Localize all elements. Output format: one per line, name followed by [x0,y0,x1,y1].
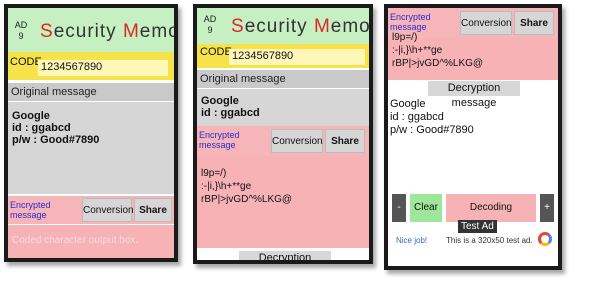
title-s: S [40,21,54,42]
share-button[interactable]: Share [514,11,554,35]
code-label: CODE [200,46,232,58]
enc-line-2: :-|i,}\h+**ge [201,181,252,192]
code-input[interactable]: 1234567890 [38,60,168,76]
plus-button[interactable]: + [540,194,554,222]
decryption-message-header: Decryption message [239,251,331,260]
dec-line-3: p/w : Good#7890 [390,124,474,136]
ad-text: This is a 320x50 test ad. [446,236,533,245]
title-ecurity: ecurity [53,21,123,42]
ad-badge[interactable]: AD 9 [203,14,217,36]
output-placeholder: Coded character output box. [12,235,139,246]
memo-line-2: id : ggabcd [12,122,71,134]
decoding-button[interactable]: Decoding [446,194,536,222]
title-m: M [122,21,140,42]
dec-line-1: Google [390,98,426,110]
title-emo: emo [139,21,178,42]
encrypted-bar: Encrypted message Conversion Share [8,196,174,224]
original-message-input[interactable]: Google id : ggabcd [197,89,369,127]
encrypted-label: Encrypted message [199,130,240,150]
app-title: Security Memo [231,16,371,38]
enc-line-3: rBP|>jvGD^%LKG@ [201,194,293,205]
dec-line-2: id : ggabcd [390,111,444,123]
encrypted-label: Encrypted message [390,12,431,32]
encrypted-output-box[interactable]: Coded character output box. [8,225,174,258]
title-m: M [313,16,331,37]
conversion-button[interactable]: Conversion [271,129,323,153]
memo-line-3: p/w : Good#7890 [12,134,100,146]
phone-screen-1: AD 9 Security Memo CODE 1234567890 Origi… [4,4,178,262]
google-ad-icon [538,232,552,246]
original-message-header: Original message [8,83,174,101]
encrypted-output-box[interactable]: l9p=/) :-|i,}\h+**ge rBP|>jvGD^%LKG@ [197,156,369,248]
clear-button[interactable]: Clear [410,194,442,222]
share-button[interactable]: Share [134,198,172,222]
enc-line-1: :-|i,}\h+**ge [392,45,443,56]
conversion-button[interactable]: Conversion [460,11,512,35]
phone-screen-3: Encrypted message Conversion Share l9p=/… [384,4,562,270]
code-input[interactable]: 1234567890 [229,49,365,65]
enc-line-1: l9p=/) [201,168,227,179]
decrypted-message-output[interactable]: Google id : ggabcd p/w : Good#7890 [388,98,558,188]
ad-badge[interactable]: AD 9 [14,20,28,42]
memo-line-1: Google [12,110,50,122]
encrypted-label: Encrypted message [10,200,51,220]
phone-screen-2: AD 9 Security Memo CODE 1234567890 Origi… [193,4,373,264]
code-bar: CODE 1234567890 [8,52,174,80]
share-button[interactable]: Share [325,129,365,153]
title-bar: AD 9 Security Memo [8,8,174,52]
code-bar: CODE 1234567890 [197,44,369,68]
memo-line-1: Google [201,95,239,107]
original-message-input[interactable]: Google id : ggabcd p/w : Good#7890 [8,102,174,194]
enc-line-2: rBP|>jvGD^%LKG@ [392,58,484,69]
title-bar: AD 9 Security Memo [197,8,369,44]
encrypted-bar: Encrypted message Conversion Share [197,126,369,156]
conversion-button[interactable]: Conversion [82,198,134,222]
decryption-message-header: Decryption message [428,81,520,109]
ad-nice-job: Nice job! [396,236,428,245]
enc-line-0: l9p=/) [392,32,418,43]
app-title: Security Memo [40,21,178,43]
title-ecurity: ecurity [244,16,314,37]
original-message-header: Original message [197,70,369,88]
title-emo: emo [330,16,371,37]
test-ad-label: Test Ad [458,220,497,233]
code-label: CODE [10,56,42,68]
title-s: S [231,16,245,37]
minus-button[interactable]: - [392,194,406,222]
encrypted-output-box[interactable]: l9p=/) :-|i,}\h+**ge rBP|>jvGD^%LKG@ [388,32,558,80]
memo-line-2: id : ggabcd [201,107,260,119]
